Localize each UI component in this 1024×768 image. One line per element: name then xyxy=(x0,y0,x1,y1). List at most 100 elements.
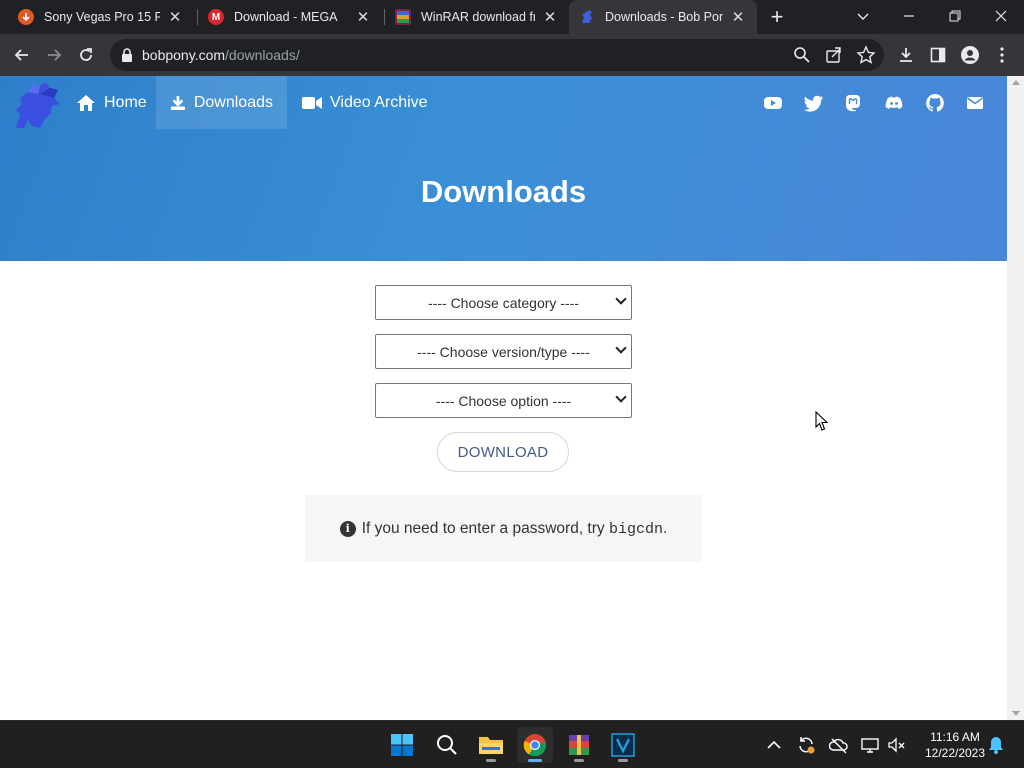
version-type-select[interactable]: ---- Choose version/type ---- xyxy=(375,334,632,369)
scroll-down-arrow-icon[interactable] xyxy=(1012,711,1020,716)
tab-title: Downloads - Bob Pony xyxy=(605,10,723,24)
tab-close-icon[interactable]: ✕ xyxy=(541,8,559,26)
hero-banner: Home Downloads Video Archive Downloads xyxy=(0,76,1007,261)
tab-search-chevron-icon[interactable] xyxy=(840,0,886,32)
info-text-before: If you need to enter a password, try xyxy=(361,519,605,537)
forward-arrow-icon[interactable] xyxy=(40,41,68,69)
network-icon[interactable] xyxy=(860,735,880,755)
menu-kebab-icon[interactable] xyxy=(988,41,1016,69)
youtube-icon[interactable] xyxy=(763,93,783,113)
home-icon xyxy=(77,94,95,111)
url-path: /downloads/ xyxy=(225,47,300,63)
option-select-value: ---- Choose option ---- xyxy=(435,392,572,409)
tab-winrar[interactable]: WinRAR download free ✕ xyxy=(385,0,569,34)
tab-title: WinRAR download free xyxy=(421,10,535,24)
url-text: bobpony.com/downloads/ xyxy=(142,47,300,63)
mega-icon: M xyxy=(208,9,224,25)
share-icon[interactable] xyxy=(824,45,844,65)
lock-icon xyxy=(122,48,132,62)
nav-home[interactable]: Home xyxy=(62,76,161,129)
volume-muted-icon[interactable] xyxy=(887,735,907,755)
nav-video-archive-label: Video Archive xyxy=(330,93,428,111)
running-indicator xyxy=(486,759,496,762)
search-icon xyxy=(437,735,457,755)
info-text-after: . xyxy=(662,519,668,537)
tab-strip: Sony Vegas Pro 15 Free ✕ M Download - ME… xyxy=(0,0,1024,34)
page-title: Downloads xyxy=(420,174,587,209)
chevron-down-icon xyxy=(615,293,627,305)
reload-icon[interactable] xyxy=(72,41,100,69)
taskbar-vegas[interactable] xyxy=(605,727,641,763)
profile-avatar-icon[interactable] xyxy=(956,41,984,69)
start-icon xyxy=(391,734,413,756)
tab-title: Sony Vegas Pro 15 Free xyxy=(44,10,160,24)
nav-video-archive[interactable]: Video Archive xyxy=(288,76,442,129)
running-indicator xyxy=(618,759,628,762)
side-panel-icon[interactable] xyxy=(924,41,952,69)
download-button[interactable]: DOWNLOAD xyxy=(437,432,569,472)
back-arrow-icon[interactable] xyxy=(8,41,36,69)
sync-icon[interactable] xyxy=(796,735,816,755)
browser-toolbar: bobpony.com/downloads/ xyxy=(0,34,1024,76)
mastodon-icon[interactable] xyxy=(843,93,863,113)
running-indicator xyxy=(528,759,542,762)
twitter-icon[interactable] xyxy=(804,93,824,113)
notification-bell-icon[interactable] xyxy=(986,735,1006,755)
option-select[interactable]: ---- Choose option ---- xyxy=(375,383,632,418)
chevron-down-icon xyxy=(615,391,627,403)
search-button[interactable] xyxy=(429,727,465,763)
address-bar[interactable]: bobpony.com/downloads/ xyxy=(110,39,884,71)
taskbar-winrar[interactable] xyxy=(561,727,597,763)
bookmark-star-icon[interactable] xyxy=(856,45,876,65)
tab-bob-pony[interactable]: Downloads - Bob Pony ✕ xyxy=(569,0,757,34)
version-select-value: ---- Choose version/type ---- xyxy=(417,343,590,360)
favicon-icon xyxy=(18,9,34,25)
nav-home-label: Home xyxy=(104,93,147,111)
bob-pony-favicon-icon xyxy=(579,9,595,25)
category-select-value: ---- Choose category ---- xyxy=(428,294,579,311)
show-hidden-icons-chevron-icon[interactable] xyxy=(764,735,784,755)
video-camera-icon xyxy=(302,96,322,109)
nav-downloads[interactable]: Downloads xyxy=(156,76,287,129)
chevron-down-icon xyxy=(615,342,627,354)
winrar-icon xyxy=(395,9,411,25)
tab-close-icon[interactable]: ✕ xyxy=(354,8,372,26)
minimize-icon[interactable] xyxy=(886,0,932,32)
vegas-icon xyxy=(611,733,635,757)
password-info-box: i If you need to enter a password, try b… xyxy=(305,495,702,562)
restore-icon[interactable] xyxy=(932,0,978,32)
start-button[interactable] xyxy=(384,727,420,763)
scroll-up-arrow-icon[interactable] xyxy=(1012,80,1020,85)
onedrive-offline-icon[interactable] xyxy=(829,735,849,755)
page-scrollbar[interactable] xyxy=(1007,76,1024,720)
tab-title: Download - MEGA xyxy=(234,10,338,24)
zoom-search-icon[interactable] xyxy=(792,45,812,65)
github-icon[interactable] xyxy=(925,93,945,113)
mouse-cursor-icon xyxy=(815,411,829,431)
nav-downloads-label: Downloads xyxy=(193,93,273,111)
email-icon[interactable] xyxy=(965,93,985,113)
taskbar-file-explorer[interactable] xyxy=(473,727,509,763)
tab-sony-vegas[interactable]: Sony Vegas Pro 15 Free ✕ xyxy=(8,0,194,34)
url-host: bobpony.com xyxy=(142,47,226,63)
downloads-icon[interactable] xyxy=(892,41,920,69)
tab-close-icon[interactable]: ✕ xyxy=(729,8,747,26)
site-navbar: Home Downloads Video Archive xyxy=(0,76,1007,129)
info-icon: i xyxy=(339,520,356,537)
bob-pony-logo-icon[interactable] xyxy=(10,80,62,130)
category-select[interactable]: ---- Choose category ---- xyxy=(375,285,632,320)
file-explorer-icon xyxy=(479,737,503,754)
discord-icon[interactable] xyxy=(884,93,904,113)
winrar-icon xyxy=(569,735,589,755)
close-window-icon[interactable] xyxy=(978,0,1024,32)
password-code: bigcdn xyxy=(608,520,663,538)
info-text: If you need to enter a password, try big… xyxy=(362,520,668,538)
windows-taskbar: 11:16 AM 12/22/2023 xyxy=(0,720,1024,768)
web-page: Home Downloads Video Archive Downloads -… xyxy=(0,76,1007,720)
tab-mega[interactable]: M Download - MEGA ✕ xyxy=(198,0,382,34)
taskbar-chrome[interactable] xyxy=(517,727,553,763)
download-icon xyxy=(170,95,185,110)
new-tab-button[interactable]: + xyxy=(764,4,790,30)
running-indicator xyxy=(574,759,584,762)
tab-close-icon[interactable]: ✕ xyxy=(166,8,184,26)
